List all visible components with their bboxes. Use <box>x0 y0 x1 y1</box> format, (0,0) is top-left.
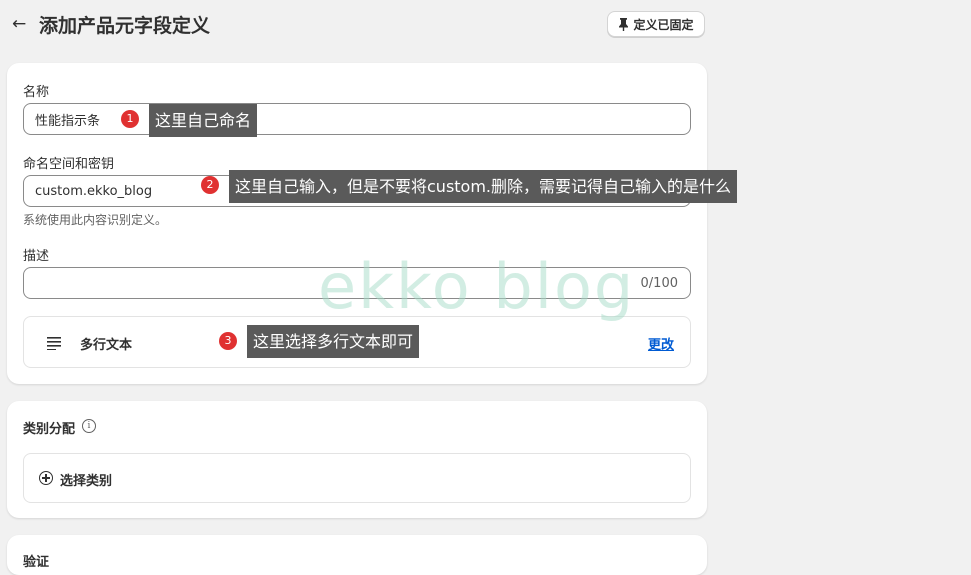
annotation-note-1: 这里自己命名 <box>149 104 258 137</box>
watermark: ekko blog <box>318 250 636 323</box>
validation-title: 验证 <box>23 555 50 570</box>
category-card: 类别分配 i 选择类别 <box>7 401 707 518</box>
description-label: 描述 <box>23 249 50 264</box>
arrow-left-icon[interactable]: ← <box>12 14 26 34</box>
annotation-badge-1: 1 <box>121 110 139 128</box>
plus-circle-icon <box>39 471 53 485</box>
select-category-label: 选择类别 <box>60 474 113 489</box>
annotation-badge-2: 2 <box>201 176 219 194</box>
annotation-note-3: 这里选择多行文本即可 <box>247 325 420 358</box>
name-label: 名称 <box>23 85 50 100</box>
info-icon[interactable]: i <box>82 419 96 433</box>
annotation-badge-3: 3 <box>219 332 237 350</box>
pinned-definition-label: 定义已固定 <box>633 17 694 32</box>
description-counter: 0/100 <box>640 276 678 291</box>
namespace-value: custom.ekko_blog <box>35 183 153 199</box>
namespace-label: 命名空间和密钥 <box>23 157 115 172</box>
name-value: 性能指示条 <box>35 113 101 129</box>
category-title: 类别分配 <box>23 422 76 437</box>
annotation-note-2: 这里自己输入，但是不要将custom.删除，需要记得自己输入的是什么 <box>229 170 738 203</box>
text-lines-icon <box>47 337 61 350</box>
select-category-button[interactable]: 选择类别 <box>23 453 691 503</box>
namespace-hint: 系统使用此内容识别定义。 <box>23 213 168 227</box>
page-header: ← 添加产品元字段定义 定义已固定 <box>0 0 720 52</box>
page-title: 添加产品元字段定义 <box>39 15 211 37</box>
pin-icon <box>619 17 629 31</box>
type-label: 多行文本 <box>80 338 133 353</box>
change-type-link[interactable]: 更改 <box>648 334 674 353</box>
pinned-definition-button[interactable]: 定义已固定 <box>607 11 705 37</box>
validation-card: 验证 <box>7 535 707 575</box>
